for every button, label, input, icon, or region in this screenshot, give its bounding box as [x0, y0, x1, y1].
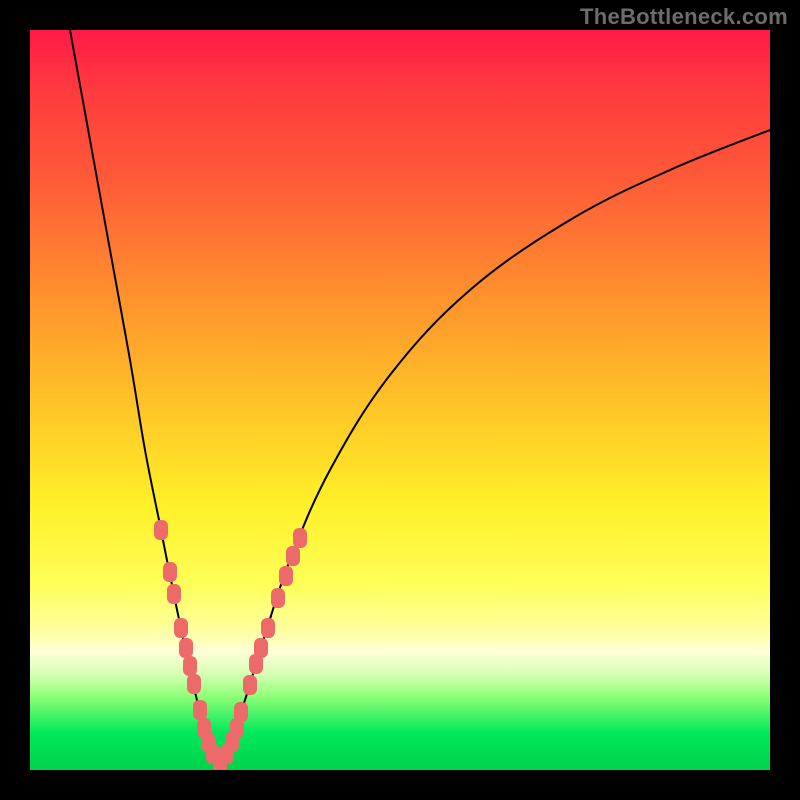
data-dot: [271, 588, 285, 608]
chart-frame: TheBottleneck.com: [0, 0, 800, 800]
curve-left-branch: [70, 30, 220, 766]
plot-area: [30, 30, 770, 770]
data-dot: [279, 566, 293, 586]
curve-right-branch: [220, 130, 770, 766]
data-dot: [174, 618, 188, 638]
data-dot: [261, 618, 275, 638]
data-dot: [254, 638, 268, 658]
data-dot: [183, 656, 197, 676]
data-dot: [234, 702, 248, 722]
data-dot: [154, 520, 168, 540]
data-dot: [179, 638, 193, 658]
scatter-dots: [154, 520, 307, 770]
watermark-text: TheBottleneck.com: [580, 4, 788, 30]
data-dot: [286, 546, 300, 566]
data-dot: [293, 528, 307, 548]
chart-svg: [30, 30, 770, 770]
data-dot: [163, 562, 177, 582]
data-dot: [243, 675, 257, 695]
data-dot: [167, 584, 181, 604]
data-dot: [193, 700, 207, 720]
data-dot: [187, 674, 201, 694]
